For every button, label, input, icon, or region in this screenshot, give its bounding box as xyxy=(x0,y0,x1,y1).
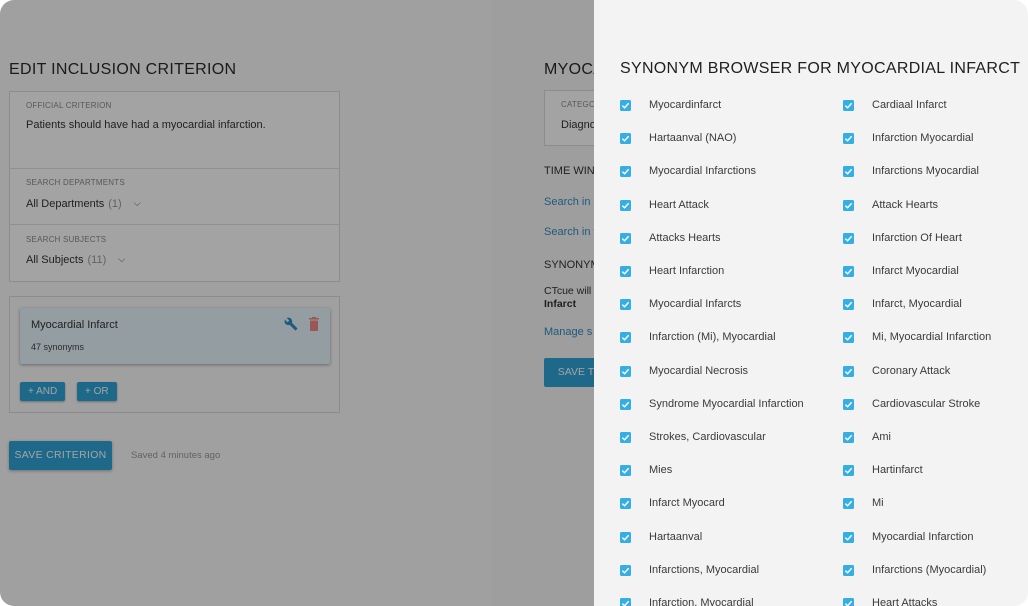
checkbox-checked-icon[interactable] xyxy=(620,232,631,244)
checkbox-checked-icon[interactable] xyxy=(620,299,631,311)
checkbox-checked-icon[interactable] xyxy=(843,398,854,410)
synonym-label: Infarct Myocardial xyxy=(872,265,959,277)
modal-backdrop[interactable] xyxy=(0,0,594,606)
checkbox-checked-icon[interactable] xyxy=(843,133,854,145)
checkbox-checked-icon[interactable] xyxy=(620,465,631,477)
synonym-label: Attacks Hearts xyxy=(649,231,721,244)
checkbox-checked-icon[interactable] xyxy=(843,598,854,606)
synonym-label: Hartaanval xyxy=(649,530,703,543)
synonym-label: Heart Attack xyxy=(649,198,709,211)
drawer-title: SYNONYM BROWSER FOR MYOCARDIAL INFARCT xyxy=(620,60,1021,77)
checkbox-checked-icon[interactable] xyxy=(843,365,854,377)
synonym-label: Attack Hearts xyxy=(872,198,939,211)
synonym-label: Infarction Of Heart xyxy=(872,231,962,244)
synonym-label: Hartinfarct xyxy=(872,464,923,477)
checkbox-checked-icon[interactable] xyxy=(843,166,854,178)
synonym-label: Coronary Attack xyxy=(872,364,951,377)
checkbox-checked-icon[interactable] xyxy=(620,498,631,510)
checkbox-checked-icon[interactable] xyxy=(843,432,854,443)
checkbox-checked-icon[interactable] xyxy=(620,266,631,277)
checkbox-checked-icon[interactable] xyxy=(843,266,854,277)
synonym-label: Infarctions, Myocardial xyxy=(649,563,760,576)
synonym-label: Infarct, Myocardial xyxy=(872,298,962,311)
checkbox-checked-icon[interactable] xyxy=(620,398,631,410)
synonym-label: Infarction, Myocardial xyxy=(649,597,754,606)
checkbox-checked-icon[interactable] xyxy=(620,365,631,377)
checkbox-checked-icon[interactable] xyxy=(620,531,631,543)
synonym-label: Hartaanval (NAO) xyxy=(649,132,737,145)
checkbox-checked-icon[interactable] xyxy=(620,332,631,344)
synonym-label: Infarction Myocardial xyxy=(872,132,974,145)
synonym-label: Myocardial Infarctions xyxy=(649,165,756,178)
synonym-label: Myocardial Infarction xyxy=(872,530,974,543)
synonym-label: Cardiovascular Stroke xyxy=(872,397,981,410)
synonym-label: Mi, Myocardial Infarction xyxy=(872,331,992,344)
checkbox-checked-icon[interactable] xyxy=(620,432,631,443)
synonym-label: Infarct Myocard xyxy=(649,497,725,510)
checkbox-checked-icon[interactable] xyxy=(620,199,631,211)
synonym-label: Myocardial Necrosis xyxy=(649,364,749,377)
checkbox-checked-icon[interactable] xyxy=(620,598,631,606)
checkbox-checked-icon[interactable] xyxy=(620,564,631,576)
synonym-label: Heart Attacks xyxy=(872,597,938,606)
synonym-label: Myocardial Infarcts xyxy=(649,298,742,311)
synonym-label: Cardiaal Infarct xyxy=(872,99,947,111)
synonym-label: Strokes, Cardiovascular xyxy=(649,431,766,443)
checkbox-checked-icon[interactable] xyxy=(620,166,631,178)
checkbox-checked-icon[interactable] xyxy=(843,299,854,311)
checkbox-checked-icon[interactable] xyxy=(843,531,854,543)
checkbox-checked-icon[interactable] xyxy=(620,133,631,145)
synonym-label: Mies xyxy=(649,464,673,477)
app-frame: EDIT INCLUSION CRITERION OFFICIAL CRITER… xyxy=(0,0,1028,606)
synonym-label: Syndrome Myocardial Infarction xyxy=(649,397,804,410)
synonym-label: Heart Infarction xyxy=(649,265,725,277)
synonym-label: Mi xyxy=(872,497,884,510)
synonym-label: Ami xyxy=(872,431,891,443)
checkbox-checked-icon[interactable] xyxy=(843,199,854,211)
checkbox-checked-icon[interactable] xyxy=(620,100,631,111)
synonym-label: Infarction (Mi), Myocardial xyxy=(649,331,776,344)
checkbox-checked-icon[interactable] xyxy=(843,332,854,344)
checkbox-checked-icon[interactable] xyxy=(843,232,854,244)
synonym-label: Myocardinfarct xyxy=(649,99,722,111)
checkbox-checked-icon[interactable] xyxy=(843,498,854,510)
checkbox-checked-icon[interactable] xyxy=(843,564,854,576)
checkbox-checked-icon[interactable] xyxy=(843,465,854,477)
synonym-browser-drawer: SYNONYM BROWSER FOR MYOCARDIAL INFARCT M… xyxy=(594,0,1028,606)
synonym-label: Infarctions Myocardial xyxy=(872,165,979,178)
checkbox-checked-icon[interactable] xyxy=(843,100,854,111)
synonym-label: Infarctions (Myocardial) xyxy=(872,563,987,576)
